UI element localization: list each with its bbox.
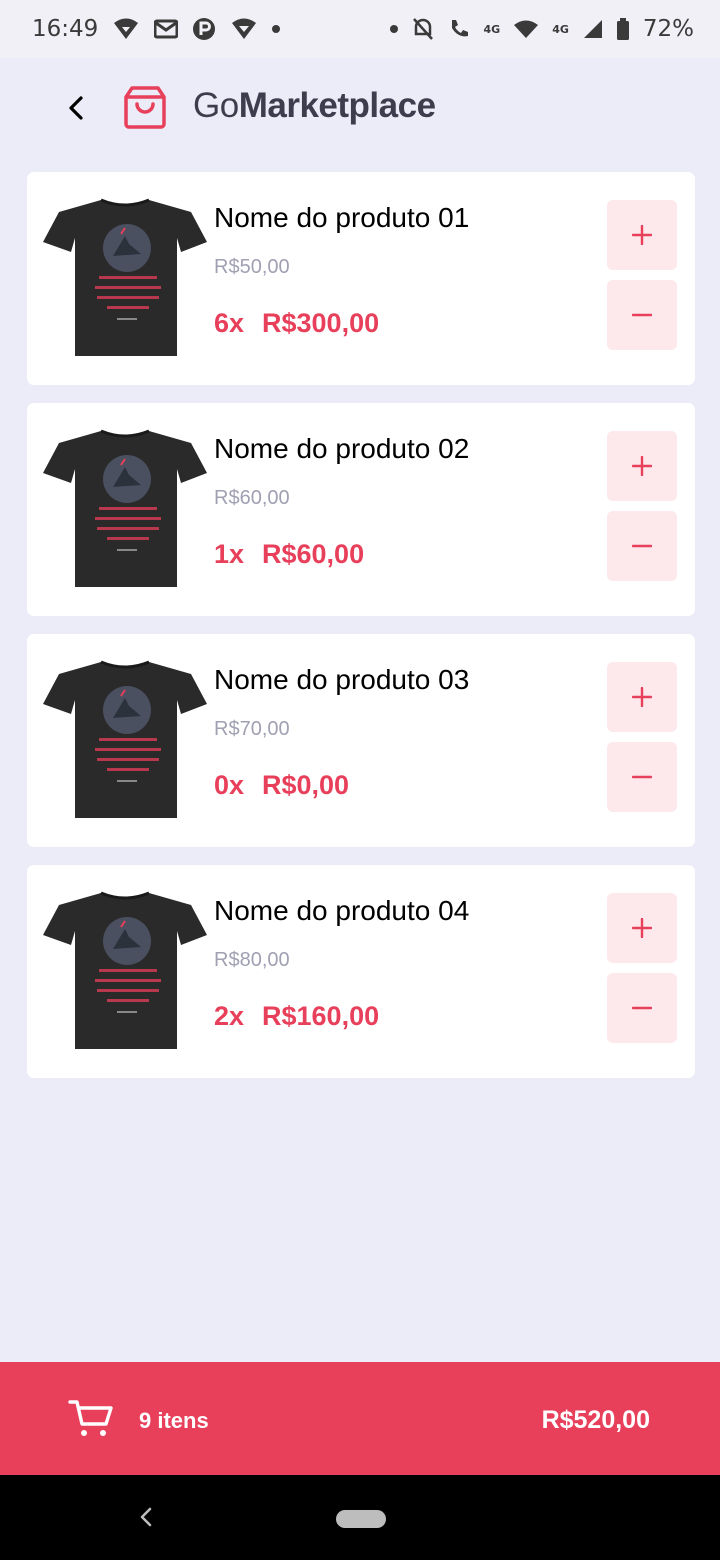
product-title: Nome do produto 04 xyxy=(214,895,470,926)
cart-items-count: 9 itens xyxy=(139,1408,209,1433)
minus-icon xyxy=(632,544,652,548)
cart-icon xyxy=(68,1400,113,1436)
vpn-wifi-icon xyxy=(114,18,139,39)
network-label-2: 4G xyxy=(552,22,569,36)
back-button[interactable] xyxy=(56,88,96,128)
shopping-bag-icon xyxy=(124,86,166,129)
system-nav-bar xyxy=(0,1475,720,1560)
status-dot xyxy=(389,25,398,33)
product-title: Nome do produto 01 xyxy=(214,202,470,233)
minus-icon xyxy=(632,1006,652,1010)
signal-icon xyxy=(583,20,602,38)
mute-bell-icon xyxy=(412,18,433,40)
product-unit-price: R$80,00 xyxy=(214,949,290,971)
increment-button[interactable] xyxy=(607,662,677,732)
product-quantity: 6x xyxy=(214,308,245,338)
plus-icon xyxy=(632,918,652,938)
tshirt-image xyxy=(43,198,207,356)
tshirt-image xyxy=(43,891,207,1049)
plus-icon xyxy=(632,456,652,476)
product-unit-price: R$50,00 xyxy=(214,256,290,278)
status-left: 16:49 xyxy=(32,16,281,42)
minus-icon xyxy=(632,775,652,779)
status-right: 4G 4G 72% xyxy=(389,16,694,42)
decrement-button[interactable] xyxy=(607,973,677,1043)
product-quantity: 1x xyxy=(214,539,245,569)
product-card-1: Nome do produto 01 R$50,00 6x R$300,00 xyxy=(27,172,695,385)
product-list: Nome do produto 01 R$50,00 6x R$300,00 N… xyxy=(27,172,695,1096)
decrement-button[interactable] xyxy=(607,280,677,350)
product-subtotal: R$300,00 xyxy=(262,308,380,338)
product-subtotal: R$0,00 xyxy=(262,770,350,800)
tshirt-image xyxy=(43,660,207,818)
notification-dot xyxy=(272,25,281,33)
shield-wifi-icon xyxy=(232,18,257,39)
product-quantity: 0x xyxy=(214,770,245,800)
logo-bold: Marketplace xyxy=(238,86,436,125)
product-subtotal: R$60,00 xyxy=(262,539,365,569)
product-unit-price: R$70,00 xyxy=(214,718,290,740)
product-card-2: Nome do produto 02 R$60,00 1x R$60,00 xyxy=(27,403,695,616)
wifi-icon xyxy=(514,20,539,38)
product-card-3: Nome do produto 03 R$70,00 0x R$0,00 xyxy=(27,634,695,847)
product-unit-price: R$60,00 xyxy=(214,487,290,509)
cart-total-bar[interactable]: 9 itens R$520,00 xyxy=(0,1362,720,1475)
decrement-button[interactable] xyxy=(607,511,677,581)
nav-back-icon[interactable] xyxy=(136,1505,156,1529)
battery-percent: 72% xyxy=(642,16,694,42)
decrement-button[interactable] xyxy=(607,742,677,812)
network-label: 4G xyxy=(483,22,501,36)
product-title: Nome do produto 02 xyxy=(214,433,470,464)
cart-total-price: R$520,00 xyxy=(541,1406,650,1434)
minus-icon xyxy=(632,313,652,317)
tshirt-image xyxy=(43,429,207,587)
call-icon xyxy=(451,20,468,37)
product-card-4: Nome do produto 04 R$80,00 2x R$160,00 xyxy=(27,865,695,1078)
product-subtotal: R$160,00 xyxy=(262,1001,380,1031)
plus-icon xyxy=(632,687,652,707)
increment-button[interactable] xyxy=(607,431,677,501)
nav-home-pill[interactable] xyxy=(336,1510,386,1528)
product-quantity: 2x xyxy=(214,1001,245,1031)
battery-icon xyxy=(616,18,629,40)
logo-prefix: Go xyxy=(193,86,239,125)
parking-icon xyxy=(193,18,216,40)
increment-button[interactable] xyxy=(607,893,677,963)
status-bar: 16:49 4G 4G 72% xyxy=(0,0,720,58)
app-header: GoMarketplace xyxy=(0,58,720,158)
plus-icon xyxy=(632,225,652,245)
increment-button[interactable] xyxy=(607,200,677,270)
status-time: 16:49 xyxy=(32,16,99,42)
product-title: Nome do produto 03 xyxy=(214,664,470,695)
app-logo-text: GoMarketplace xyxy=(193,86,436,126)
gmail-icon xyxy=(154,19,179,39)
chevron-left-icon xyxy=(69,96,83,120)
